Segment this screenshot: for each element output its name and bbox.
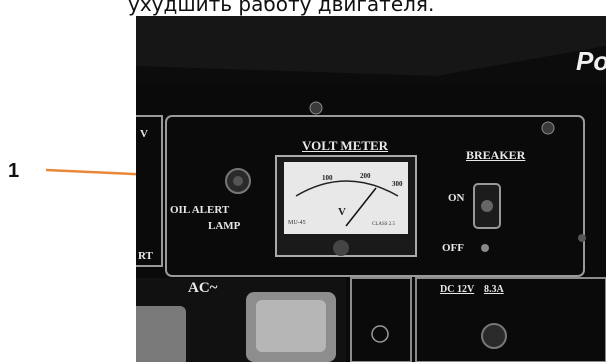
dc-label: DC 12V	[440, 284, 475, 295]
oil-alert-label-line2: LAMP	[208, 220, 241, 232]
generator-panel-photo: Po VOLT METER BREAKER ON OFF OIL ALERT L…	[136, 16, 606, 362]
breaker-off-label: OFF	[442, 242, 464, 254]
gauge-left-text: MU-45	[288, 220, 306, 226]
gauge-tick-200: 200	[360, 172, 371, 180]
ac-label: AC~	[188, 280, 218, 296]
panel-illustration	[136, 16, 606, 362]
gauge-tick-300: 300	[392, 180, 403, 188]
brand-text-fragment: Po	[576, 46, 606, 76]
oil-alert-label-line1: OIL ALERT	[170, 204, 230, 216]
gauge-unit: V	[338, 206, 346, 218]
breaker-title: BREAKER	[466, 148, 526, 162]
gauge-tick-100: 100	[322, 174, 333, 182]
left-fragment-top: V	[140, 128, 148, 140]
dc-amps-label: 8.3A	[484, 284, 504, 295]
voltmeter-title: VOLT METER	[302, 138, 389, 153]
gauge-right-text: CLASS 2.5	[372, 222, 396, 227]
breaker-on-label: ON	[448, 192, 465, 204]
left-fragment-bottom: RT	[138, 250, 153, 262]
